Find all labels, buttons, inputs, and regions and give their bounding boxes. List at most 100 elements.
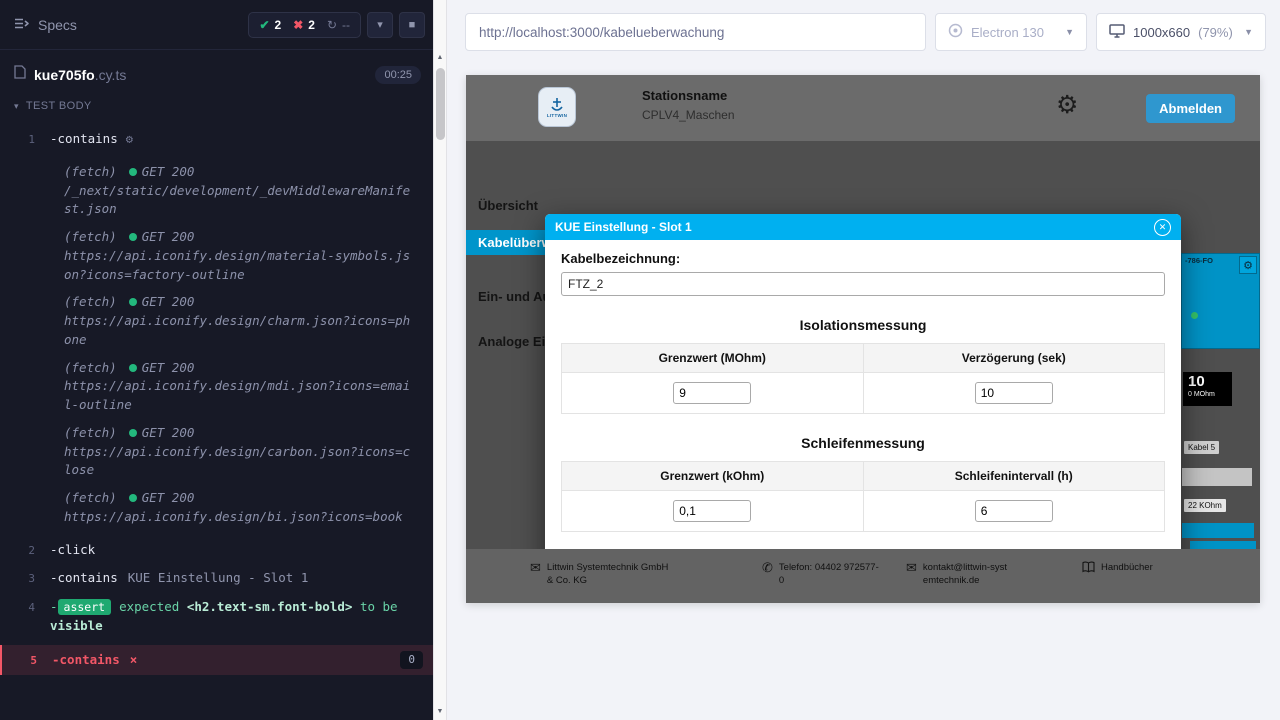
schleifenmessung-table: Grenzwert (kOhm) Schleifenintervall (h) (561, 461, 1165, 532)
spec-duration: 00:25 (375, 66, 421, 84)
cypress-runner-window: Specs ✔2 ✖2 ↻-- ▾ ■ kue705fo.cy.ts 00:25… (0, 0, 1280, 720)
command-argument: KUE Einstellung - Slot 1 (128, 569, 309, 588)
scroll-down-arrow-icon[interactable]: ▼ (434, 708, 446, 715)
command-click[interactable]: 2 -click (0, 536, 433, 565)
stat-passed: ✔2 (259, 18, 281, 32)
command-assert[interactable]: 4 -assertexpected <h2.text-sm.font-bold>… (0, 593, 433, 641)
assert-expected: expected (119, 599, 179, 614)
footer-manuals[interactable]: Handbücher (1082, 562, 1153, 575)
retry-count-badge: 0 (400, 651, 423, 670)
log-status: GET 200 (142, 360, 195, 375)
measurement-value: 10 (1188, 374, 1227, 391)
slot-gear-icon[interactable]: ⚙ (1239, 256, 1257, 274)
passed-count: 2 (275, 18, 282, 32)
status-dot (129, 233, 137, 241)
specs-nav[interactable]: Specs (14, 17, 77, 33)
contact-mail-icon: ✉ (530, 561, 541, 574)
grenzwert-mohm-input[interactable] (673, 382, 751, 404)
test-body-label: TEST BODY (26, 100, 92, 112)
phone-icon: ✆ (762, 561, 773, 574)
kohm-chip: 22 KOhm (1184, 499, 1226, 512)
specs-menu-icon[interactable] (14, 17, 30, 33)
refresh-icon: ↻ (327, 18, 337, 32)
grenzwert-kohm-header: Grenzwert (kOhm) (562, 462, 864, 491)
cross-icon: ✖ (293, 18, 303, 32)
schleifenintervall-input[interactable] (975, 500, 1053, 522)
log-status: GET 200 (142, 294, 195, 309)
command-number: 5 (2, 651, 52, 670)
command-name: -click (50, 541, 95, 560)
log-method: (fetch) (64, 294, 117, 309)
fail-x-icon: × (130, 651, 138, 670)
command-number: 4 (0, 598, 50, 617)
app-under-test: LITTWIN Stationsname CPLV4_Maschen ⚙ Abm… (466, 75, 1260, 603)
scrollbar-thumb[interactable] (436, 68, 445, 140)
network-log[interactable]: (fetch)GET 200 https://api.iconify.desig… (64, 489, 416, 527)
assert-visible: visible (50, 618, 103, 633)
command-contains-1[interactable]: 1 -contains ⚙ (0, 125, 433, 154)
assert-dash: - (50, 599, 58, 614)
command-contains-2[interactable]: 3 -contains KUE Einstellung - Slot 1 (0, 564, 433, 593)
command-number: 1 (0, 130, 50, 149)
status-dot (129, 168, 137, 176)
network-log[interactable]: (fetch)GET 200 /_next/static/development… (64, 163, 416, 219)
log-url: https://api.iconify.design/material-symb… (64, 247, 416, 285)
network-log[interactable]: (fetch)GET 200 https://api.iconify.desig… (64, 424, 416, 480)
grenzwert-kohm-input[interactable] (673, 500, 751, 522)
grenzwert-mohm-header: Grenzwert (MOhm) (562, 344, 864, 373)
test-body-toggle[interactable]: ▾ TEST BODY (0, 93, 433, 119)
command-name: -contains (52, 651, 120, 670)
collapse-button[interactable]: ▾ (367, 12, 393, 38)
url-input[interactable]: http://localhost:3000/kabelueberwachung (465, 13, 926, 51)
command-name: -contains (50, 130, 118, 149)
log-method: (fetch) (64, 490, 117, 505)
footer-company: ✉ Littwin Systemtechnik GmbH & Co. KG (530, 562, 680, 588)
spec-extension: .cy.ts (95, 67, 127, 83)
log-status: GET 200 (142, 229, 195, 244)
browser-select[interactable]: Electron 130 ▼ (935, 13, 1087, 51)
verzoegerung-input[interactable] (975, 382, 1053, 404)
specs-label[interactable]: Specs (38, 17, 77, 33)
stat-failed: ✖2 (293, 18, 315, 32)
spec-row[interactable]: kue705fo.cy.ts 00:25 (0, 50, 433, 93)
value-box-fragment (1182, 468, 1252, 486)
log-status: GET 200 (142, 164, 195, 179)
command-contains-failed[interactable]: 5 -contains × 0 (0, 645, 433, 676)
manuals-label: Handbücher (1101, 562, 1153, 575)
viewport-icon (1109, 24, 1125, 41)
button-fragment (1182, 523, 1254, 538)
spec-basename: kue705fo (34, 67, 95, 83)
chevron-down-icon: ▾ (377, 18, 383, 31)
network-log[interactable]: (fetch) GET 200 https://api.iconify.desig… (64, 359, 416, 415)
schleifenmessung-title: Schleifenmessung (561, 435, 1165, 451)
runner-toolbar: http://localhost:3000/kabelueberwachung … (447, 0, 1280, 51)
measurement-unit: 0 MOhm (1188, 391, 1227, 398)
close-icon[interactable]: ✕ (1154, 219, 1171, 236)
company-logo: LITTWIN (538, 87, 576, 127)
viewport-select[interactable]: 1000x660 (79%) ▼ (1096, 13, 1266, 51)
scroll-up-arrow-icon[interactable]: ▲ (434, 54, 446, 61)
kabelbezeichnung-input[interactable] (561, 272, 1165, 296)
logo-text: LITTWIN (547, 113, 567, 118)
settings-gear-icon[interactable]: ⚙ (1056, 90, 1078, 120)
status-dot (1191, 312, 1198, 319)
test-stats: ✔2 ✖2 ↻-- (248, 12, 361, 38)
company-name: Littwin Systemtechnik GmbH & Co. KG (547, 562, 673, 588)
log-method: (fetch) (64, 360, 117, 375)
email-address: kontakt@littwin-systemtechnik.de (923, 562, 1009, 588)
assert-badge: assert (58, 599, 112, 615)
isolationsmessung-title: Isolationsmessung (561, 317, 1165, 333)
reporter-controls: ✔2 ✖2 ↻-- ▾ ■ (248, 12, 425, 38)
status-dot (129, 429, 137, 437)
status-dot (129, 298, 137, 306)
browser-icon (948, 23, 963, 41)
network-log[interactable]: (fetch)GET 200 https://api.iconify.desig… (64, 293, 416, 349)
reporter-scrollbar[interactable]: ▲ ▼ (433, 0, 447, 720)
reporter-panel: Specs ✔2 ✖2 ↻-- ▾ ■ kue705fo.cy.ts 00:25… (0, 0, 433, 720)
spec-name: kue705fo.cy.ts (34, 67, 367, 83)
stop-button[interactable]: ■ (399, 12, 425, 38)
logout-button[interactable]: Abmelden (1146, 94, 1235, 123)
network-log[interactable]: (fetch)GET 200 https://api.iconify.desig… (64, 228, 416, 284)
isolationsmessung-table: Grenzwert (MOhm) Verzögerung (sek) (561, 343, 1165, 414)
log-url: https://api.iconify.design/mdi.json?icon… (64, 377, 416, 415)
